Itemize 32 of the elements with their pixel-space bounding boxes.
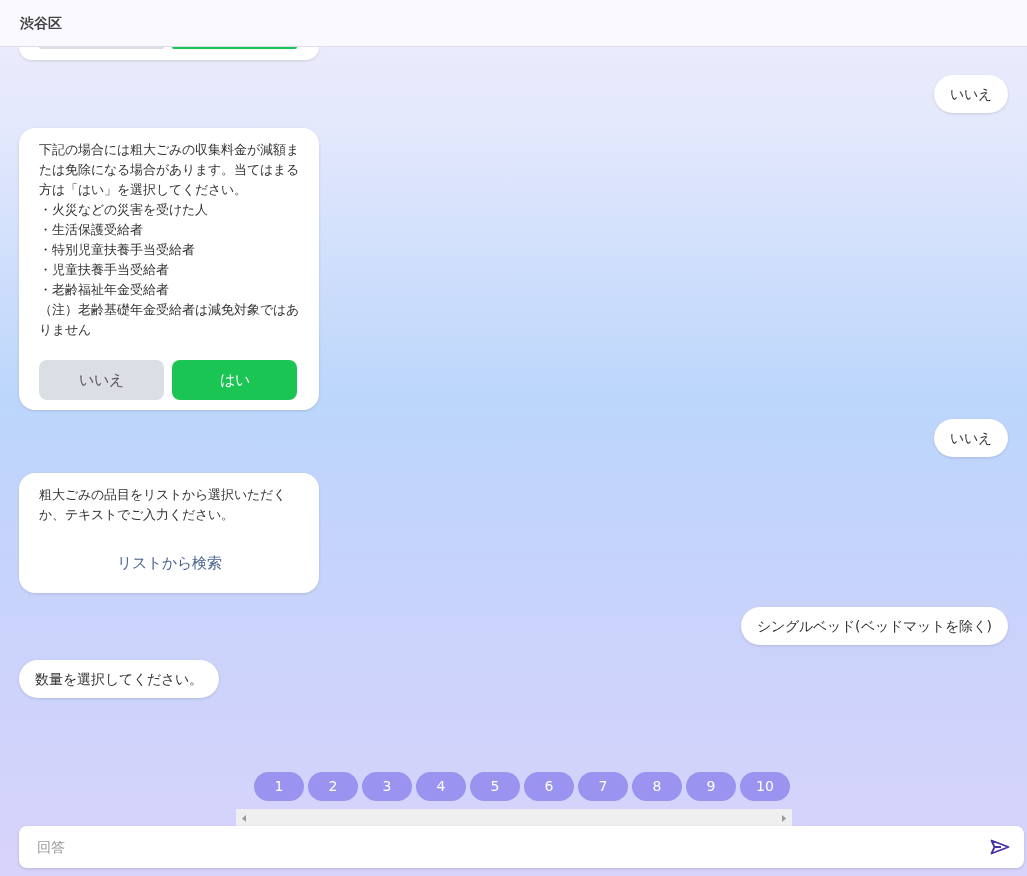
list-item: ・老齢福祉年金受給者 (39, 281, 169, 299)
quick-reply-chip[interactable]: 4 (416, 772, 466, 801)
send-icon[interactable] (990, 839, 1010, 855)
choice-button[interactable]: いいえ (39, 360, 164, 400)
scroll-right-icon[interactable] (781, 814, 786, 822)
quick-reply-chip[interactable]: 9 (686, 772, 736, 801)
message-text: 下記の場合には粗大ごみの収集料金が減額または免除になる場合があります。当てはまる方は「はい」を選択してください。 (38, 141, 300, 199)
quick-reply-chip[interactable]: 6 (524, 772, 574, 801)
horizontal-scrollbar[interactable] (235, 809, 792, 827)
scroll-left-icon[interactable] (241, 814, 246, 822)
answer-field[interactable]: 回答 (19, 826, 1024, 868)
bot-message: 数量を選択してください。 (19, 660, 219, 698)
list-item: ・火災などの災害を受けた人 (39, 201, 208, 219)
user-message: いいえ (934, 75, 1008, 113)
list-item: ・特別児童扶養手当受給者 (39, 241, 195, 259)
header-title: 渋谷区 (20, 13, 62, 33)
search-list-link[interactable]: リストから検索 (116, 553, 222, 575)
quick-reply-chip[interactable]: 7 (578, 772, 628, 801)
note-text: （注）老齢基礎年金受給者は減免対象ではありません (39, 301, 300, 339)
user-message: シングルベッド(ベッドマットを除く) (741, 607, 1008, 645)
quick-reply-chip[interactable]: 2 (308, 772, 358, 801)
message-text: 粗大ごみの品目をリストから選択いただくか、テキストでご入力ください。 (38, 486, 287, 524)
quick-reply-chip[interactable]: 1 (254, 772, 304, 801)
list-item: ・生活保護受給者 (39, 221, 143, 239)
quick-reply-chip[interactable]: 8 (632, 772, 682, 801)
user-message: いいえ (934, 419, 1008, 457)
quick-reply-chip[interactable]: 5 (470, 772, 520, 801)
answer-field[interactable]: 回答 (35, 835, 990, 859)
choice-button[interactable]: はい (172, 360, 297, 400)
quick-reply-chip[interactable]: 10 (740, 772, 790, 801)
list-item: ・児童扶養手当受給者 (39, 261, 169, 279)
quick-reply-chip[interactable]: 3 (362, 772, 412, 801)
